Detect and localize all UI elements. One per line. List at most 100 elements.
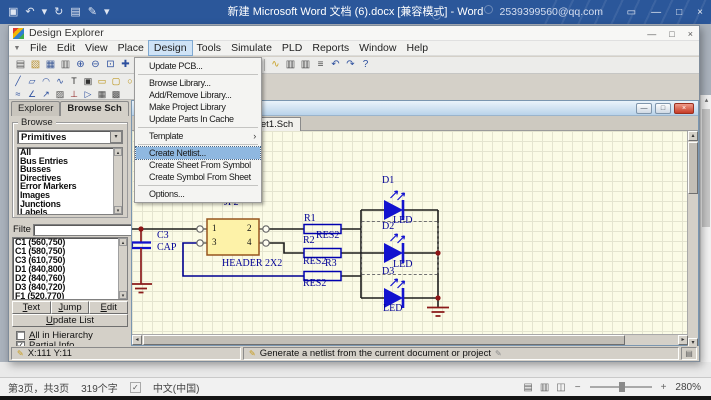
canvas-horizontal-scrollbar[interactable]: ◂ ▸ (132, 334, 688, 345)
annotation-tool-icon[interactable]: ↗ (39, 88, 53, 100)
d2-designator[interactable]: D2 (382, 221, 394, 232)
scrollbar-thumb[interactable] (688, 142, 698, 194)
cross-probe-icon[interactable]: ✚ (118, 58, 133, 72)
page-info[interactable]: 第3页，共3页 (8, 380, 69, 395)
zoom-out-icon[interactable]: ⊖ (88, 58, 103, 72)
zoom-out-button[interactable]: − (575, 382, 581, 393)
scroll-left-icon[interactable]: ◂ (132, 335, 142, 345)
close-icon[interactable]: × (674, 103, 694, 114)
scrollbar-thumb[interactable] (143, 335, 625, 345)
round-rect-tool-icon[interactable]: ▢ (109, 75, 123, 87)
update-list-button[interactable]: Update List (12, 314, 128, 327)
d3-type-label[interactable]: LED (383, 303, 402, 314)
image-tool-icon[interactable]: ▨ (53, 88, 67, 100)
qat-customize-caret-icon[interactable]: ▾ (104, 0, 110, 24)
tab-browse-sch[interactable]: Browse Sch (60, 101, 128, 116)
menu-collapse-icon[interactable]: ▼ (9, 45, 25, 52)
r1-designator[interactable]: R1 (304, 213, 316, 224)
dropdown-item[interactable]: Template › (136, 130, 260, 142)
checkbox-icon[interactable] (16, 331, 25, 340)
list-item[interactable]: Labels (18, 208, 113, 215)
array-tool-icon[interactable]: ▦ (95, 88, 109, 100)
c3-type-label[interactable]: CAP (157, 242, 176, 253)
browse-library-icon[interactable]: ▥ (283, 58, 298, 72)
tab-explorer[interactable]: Explorer (11, 101, 60, 116)
rect-tool-icon[interactable]: ▭ (95, 75, 109, 87)
maximize-icon[interactable]: □ (669, 29, 674, 39)
menu-item[interactable]: PLD (277, 41, 307, 55)
menu-item[interactable]: Simulate (226, 41, 277, 55)
add-remove-library-icon[interactable]: ▥ (298, 58, 313, 72)
sheet-icon[interactable]: ▤ (13, 58, 28, 72)
jp2-type-label[interactable]: HEADER 2X2 (222, 258, 282, 269)
undo-icon[interactable]: ↶ (25, 0, 34, 24)
help-icon[interactable]: ? (358, 58, 373, 72)
menu-item[interactable]: File (25, 41, 52, 55)
d2-type-label[interactable]: LED (393, 259, 412, 270)
part-tool-icon[interactable]: ▷ (81, 88, 95, 100)
account-email[interactable]: 2539399560@qq.com (500, 0, 604, 24)
word-scrollbar-thumb[interactable] (702, 109, 710, 227)
web-layout-icon[interactable]: ◫ (556, 382, 565, 393)
zoom-slider[interactable] (590, 386, 652, 388)
sine-tool-icon[interactable]: ∿ (53, 75, 67, 87)
menu-item[interactable]: Help (401, 41, 433, 55)
menu-item[interactable]: View (80, 41, 113, 55)
menu-item[interactable]: Edit (52, 41, 80, 55)
list-item[interactable]: F1 (520,770) (13, 292, 118, 300)
menu-item[interactable]: Design (149, 41, 192, 55)
dropdown-item[interactable]: Create Netlist... (136, 147, 260, 159)
polyline-tool-icon[interactable]: ∠ (25, 88, 39, 100)
primitives-scrollbar[interactable]: ▴ ▾ (113, 148, 122, 214)
menu-item[interactable]: Window (354, 41, 401, 55)
save-icon[interactable]: ▦ (43, 58, 58, 72)
dropdown-item[interactable]: Browse Library... (136, 77, 260, 89)
d1-designator[interactable]: D1 (382, 175, 394, 186)
language-indicator[interactable]: 中文(中国) (153, 380, 200, 395)
word-count[interactable]: 319个字 (81, 380, 118, 395)
dropdown-item[interactable]: Create Sheet From Symbol (136, 159, 260, 171)
r3-type-label[interactable]: RES2 (303, 278, 326, 289)
parts-cache-icon[interactable]: ≡ (313, 58, 328, 72)
proofing-status-icon[interactable]: ✓ (130, 382, 141, 393)
polygon-tool-icon[interactable]: ▱ (25, 75, 39, 87)
r2-designator[interactable]: R2 (303, 235, 315, 246)
ribbon-display-options-icon[interactable]: ▭ (627, 7, 636, 18)
menu-item[interactable]: Reports (307, 41, 354, 55)
menu-item[interactable]: Place (113, 41, 149, 55)
undo-icon[interactable]: ↶ (328, 58, 343, 72)
power-port-tool-icon[interactable]: ⊥ (67, 88, 81, 100)
close-icon[interactable]: × (688, 29, 693, 39)
minimize-icon[interactable]: — (636, 103, 652, 114)
scroll-down-icon[interactable]: ▾ (114, 206, 122, 214)
canvas-vertical-scrollbar[interactable]: ▴ ▾ (687, 131, 698, 348)
scroll-down-icon[interactable]: ▾ (119, 291, 127, 299)
dropdown-item[interactable]: Update PCB... (136, 60, 260, 72)
maximize-icon[interactable]: □ (655, 103, 671, 114)
open-folder-icon[interactable]: ▧ (28, 58, 43, 72)
dropdown-item[interactable]: Make Project Library (136, 101, 260, 113)
r3-designator[interactable]: R3 (325, 258, 337, 269)
panel-button[interactable]: Text (12, 301, 51, 314)
r1-type-label[interactable]: RES2 (316, 230, 339, 241)
zoom-slider-thumb[interactable] (619, 382, 625, 392)
scroll-up-icon[interactable]: ▴ (701, 95, 711, 107)
dropdown-item[interactable]: Create Symbol From Sheet (136, 171, 260, 183)
scroll-right-icon[interactable]: ▸ (678, 335, 688, 345)
minimize-icon[interactable]: — (651, 7, 661, 18)
panel-button[interactable]: Jump (51, 301, 90, 314)
read-mode-icon[interactable]: ▤ (523, 382, 532, 393)
browse-mode-dropdown[interactable]: Primitives ▾ (17, 130, 123, 144)
paste-array-tool-icon[interactable]: ▩ (109, 88, 123, 100)
scroll-up-icon[interactable]: ▴ (119, 238, 127, 246)
arc-tool-icon[interactable]: ◠ (39, 75, 53, 87)
maximize-icon[interactable]: □ (676, 7, 682, 18)
redo-icon[interactable]: ↷ (343, 58, 358, 72)
text-tool-icon[interactable]: T (67, 75, 81, 87)
word-vertical-scrollbar[interactable]: ▴ (700, 95, 711, 362)
r2-type-label[interactable]: RES2 (303, 256, 326, 267)
components-scrollbar[interactable]: ▴ ▾ (118, 238, 127, 299)
undo-caret-icon[interactable]: ▾ (42, 0, 48, 24)
print-icon[interactable]: ▥ (58, 58, 73, 72)
dropdown-item[interactable]: Options... (136, 188, 260, 200)
